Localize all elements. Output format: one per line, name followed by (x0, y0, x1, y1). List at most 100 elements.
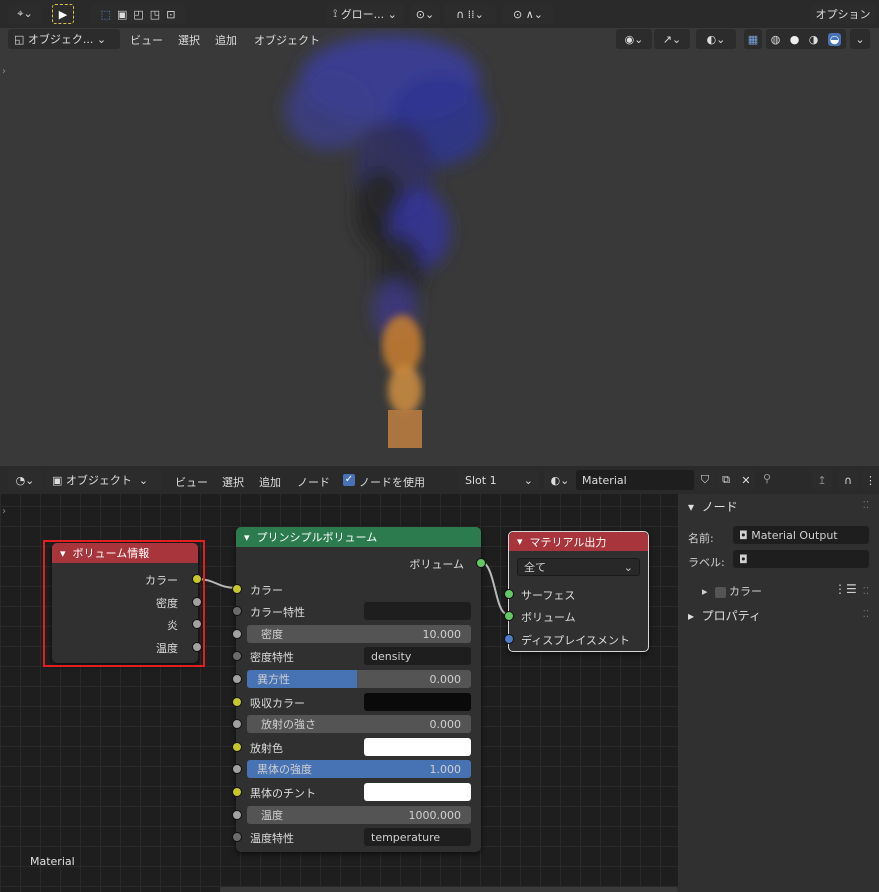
socket-volume-output[interactable] (476, 558, 486, 568)
absorption-color-swatch[interactable] (364, 693, 471, 711)
density-attribute-field[interactable]: density (364, 647, 471, 665)
solid-shading-icon[interactable]: ● (790, 33, 800, 46)
drag-handle-icon[interactable]: ⁚⁚ (863, 609, 869, 620)
socket-blackbody-tint-input[interactable] (232, 787, 242, 797)
displacement-input-label: ディスプレイスメント (521, 634, 630, 647)
select-subtract-icon[interactable]: ◰ (133, 8, 143, 21)
menu-select[interactable]: 選択 (178, 32, 200, 48)
blackbody-tint-swatch[interactable] (364, 783, 471, 801)
gizmo-dropdown[interactable]: ↗⌄ (654, 29, 690, 49)
temperature-label: 温度 (261, 809, 283, 822)
socket-displacement-input[interactable] (504, 634, 514, 644)
density-slider[interactable]: 密度 10.000 (247, 625, 471, 643)
menu-add[interactable]: 追加 (215, 32, 237, 48)
link-volume-to-volume (480, 561, 508, 615)
select-new-icon[interactable]: ⬚ (101, 8, 111, 21)
parent-node-tree-button[interactable]: ↥ (812, 470, 832, 490)
output-target-dropdown[interactable]: 全て ⌄ (517, 558, 640, 576)
principled-volume-title: プリンシプルボリューム (256, 531, 378, 544)
fake-user-button[interactable]: ⛉ (695, 470, 715, 490)
material-output-node-header[interactable]: ▾ マテリアル出力 (509, 532, 648, 551)
pivot-point-dropdown[interactable]: ⊙⌄ (410, 4, 440, 24)
node-sidebar: ▾ ノード ⁚⁚ 名前: ◘ Material Output ラベル: ◘ ▸ … (678, 494, 879, 892)
blackbody-intensity-slider[interactable]: 黒体の強度 1.000 (247, 760, 471, 778)
input-density-attribute-label: 密度特性 (250, 651, 294, 664)
anisotropy-slider[interactable]: 異方性 0.000 (247, 670, 471, 688)
snapping-group[interactable]: ∩ ⁞⁞⌄ (444, 4, 496, 24)
xray-toggle[interactable]: ▦ (744, 29, 762, 49)
output-target-value: 全て (524, 561, 546, 574)
interaction-mode-dropdown[interactable]: ◱ オブジェク... ⌄ (8, 29, 120, 49)
visibility-dropdown[interactable]: ◉⌄ (616, 29, 652, 49)
list-menu-icon[interactable]: ⋮☰ (834, 582, 857, 596)
socket-emission-strength-input[interactable] (232, 719, 242, 729)
absorption-color-label: 吸収カラー (250, 697, 305, 710)
horizontal-scrollbar[interactable] (220, 887, 678, 892)
material-output-node[interactable]: ▾ マテリアル出力 全て ⌄ サーフェス ボリューム ディスプレイスメント (504, 531, 649, 652)
3d-viewport[interactable]: ⌖⌄ ▶ ⬚ ▣ ◰ ◳ ⊡ ⟟ グロー... ⌄ ⊙⌄ ∩ ⁞⁞⌄ ⊙ ∧⌄ … (0, 0, 879, 466)
properties-panel-header[interactable]: ▸ プロパティ (688, 607, 761, 624)
options-button[interactable]: オプション (810, 4, 876, 24)
collapse-arrow-icon[interactable]: ▾ (517, 535, 523, 548)
transform-orientation-dropdown[interactable]: ⟟ グロー... ⌄ (326, 4, 404, 24)
material-shading-icon[interactable]: ◑ (809, 33, 819, 46)
socket-density-attribute[interactable] (232, 651, 242, 661)
arrow-up-icon: ↥ (817, 473, 827, 487)
collapse-arrow-icon[interactable]: ▾ (244, 531, 250, 544)
drag-handle-icon[interactable]: ⁚⁚ (863, 586, 869, 597)
eye-icon: ◉⌄ (624, 32, 644, 46)
expand-arrow-icon: ▸ (688, 609, 695, 623)
color-subpanel-header[interactable]: ▸ カラー (702, 583, 762, 599)
socket-density-input[interactable] (232, 629, 242, 639)
socket-volume-input[interactable] (504, 611, 514, 621)
duplicate-material-button[interactable]: ⧉ (716, 470, 736, 490)
menu-view[interactable]: ビュー (130, 32, 163, 48)
select-intersect-icon[interactable]: ⊡ (166, 8, 175, 21)
proportional-editing-group[interactable]: ⊙ ∧⌄ (502, 4, 554, 24)
socket-anisotropy-input[interactable] (232, 674, 242, 684)
pin-icon[interactable]: ⚲ (763, 472, 771, 485)
principled-volume-node[interactable]: ▾ プリンシプルボリューム ボリューム カラー カラー特性 密度 10.000 … (232, 527, 486, 852)
select-tool-button[interactable]: ▶ (52, 4, 74, 24)
node-name-field[interactable]: ◘ Material Output (733, 526, 869, 544)
color-checkbox[interactable] (714, 586, 726, 598)
menu-object[interactable]: オブジェクト (254, 32, 320, 48)
snap-type-dropdown[interactable]: ⋮ (862, 470, 879, 490)
select-difference-icon[interactable]: ◳ (150, 8, 160, 21)
node-label-field[interactable]: ◘ (733, 550, 869, 568)
socket-color-attribute[interactable] (232, 606, 242, 616)
temperature-slider[interactable]: 温度 1000.000 (247, 806, 471, 824)
socket-surface-input[interactable] (504, 589, 514, 599)
surface-input-label: サーフェス (521, 589, 576, 602)
rendered-shading-icon[interactable]: ◒ (827, 32, 842, 46)
color-subpanel-title: カラー (729, 585, 763, 598)
sidebar-toggle-arrow-icon[interactable]: › (2, 66, 6, 77)
socket-temperature-attribute[interactable] (232, 832, 242, 842)
expand-arrow-icon: ▸ (702, 585, 708, 598)
unlink-material-button[interactable]: ✕ (737, 470, 755, 490)
transform-orientation-value: グロー... (340, 8, 385, 21)
principled-volume-node-header[interactable]: ▾ プリンシプルボリューム (236, 527, 481, 547)
color-attribute-field[interactable] (364, 602, 471, 620)
snap-icon: ⋮ (865, 473, 876, 487)
socket-color-input[interactable] (232, 584, 242, 594)
wireframe-shading-icon[interactable]: ◍ (771, 33, 781, 46)
temperature-attribute-field[interactable]: temperature (364, 828, 471, 846)
node-panel-header[interactable]: ▾ ノード (688, 498, 738, 515)
drag-handle-icon[interactable]: ⁚⁚ (863, 500, 869, 511)
socket-temperature-input[interactable] (232, 810, 242, 820)
overlays-dropdown[interactable]: ◐⌄ (696, 29, 736, 49)
socket-emission-color-input[interactable] (232, 742, 242, 752)
density-label: 密度 (261, 628, 283, 641)
socket-absorption-color-input[interactable] (232, 697, 242, 707)
emission-strength-slider[interactable]: 放射の強さ 0.000 (247, 715, 471, 733)
viewport-header: ◱ オブジェク... ⌄ ビュー 選択 追加 オブジェクト ◉⌄ ↗⌄ ◐⌄ ▦… (0, 28, 879, 52)
select-extend-icon[interactable]: ▣ (117, 8, 127, 21)
socket-blackbody-intensity-input[interactable] (232, 764, 242, 774)
shading-options-dropdown[interactable]: ⌄ (850, 29, 870, 49)
snap-toggle[interactable]: ∩ (838, 470, 858, 490)
emission-color-swatch[interactable] (364, 738, 471, 756)
input-color-attribute-label: カラー特性 (250, 606, 305, 619)
editor-type-button[interactable]: ⌖⌄ (8, 4, 42, 24)
temperature-value: 1000.000 (408, 808, 462, 822)
